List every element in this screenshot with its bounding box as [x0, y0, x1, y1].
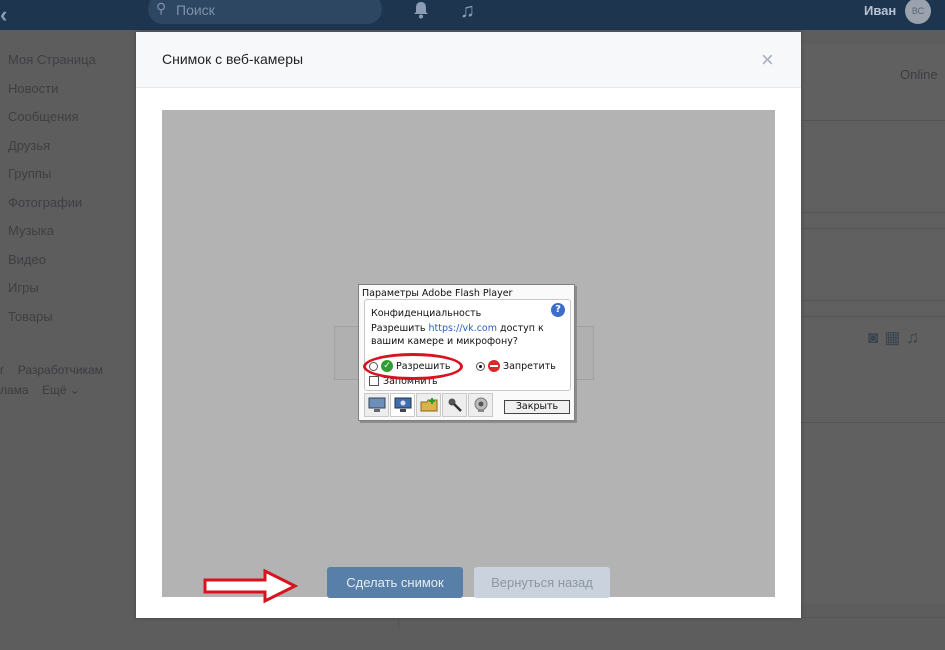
divider	[800, 422, 945, 423]
search-icon: ⚲	[156, 0, 167, 16]
privacy-question: Разрешить https://vk.com доступ к вашим …	[371, 323, 544, 347]
sidebar-item-news[interactable]: Новости	[8, 79, 96, 108]
divider	[800, 316, 945, 317]
deny-radio[interactable]	[476, 362, 485, 371]
camera-icon[interactable]: ◙	[868, 328, 884, 347]
flash-dialog-title: Параметры Adobe Flash Player	[362, 288, 513, 299]
sidebar-item-games[interactable]: Игры	[8, 278, 96, 307]
deny-label[interactable]: Запретить	[503, 361, 556, 372]
modal-title: Снимок с веб-камеры	[162, 51, 304, 67]
site-link: https://vk.com	[428, 323, 498, 334]
search-input[interactable]: Поиск	[176, 2, 215, 18]
monitor-icon	[368, 397, 386, 412]
sidebar-item-messages[interactable]: Сообщения	[8, 107, 96, 136]
music-icon[interactable]: ♫	[460, 0, 475, 23]
user-name[interactable]: Иван	[864, 3, 896, 18]
footer-link-more[interactable]: Ещё ⌄	[42, 383, 80, 397]
sidebar-item-photos[interactable]: Фотографии	[8, 193, 96, 222]
camera-tab[interactable]	[468, 393, 493, 417]
take-photo-button[interactable]: Сделать снимок	[327, 567, 463, 598]
footer-link-ads[interactable]: лама	[0, 383, 29, 397]
music-note-icon[interactable]: ♫	[906, 328, 925, 347]
back-icon[interactable]: ‹	[0, 2, 7, 28]
help-icon[interactable]: ?	[551, 303, 565, 317]
footer-link-blog[interactable]: г	[0, 363, 4, 377]
divider	[800, 212, 945, 213]
red-arrow-annotation	[203, 568, 299, 604]
privacy-heading: Конфиденциальность	[371, 308, 482, 319]
avatar[interactable]: ВС	[905, 0, 931, 24]
footer-links: г Разработчикам лама Ещё ⌄	[0, 360, 113, 400]
bell-icon[interactable]	[413, 1, 429, 19]
flash-close-button[interactable]: Закрыть	[504, 400, 570, 414]
folder-icon	[420, 398, 438, 412]
privacy-panel: Конфиденциальность ? Разрешить https://v…	[363, 299, 571, 391]
sidebar-nav: Моя Страница Новости Сообщения Друзья Гр…	[8, 50, 96, 335]
footer-link-developers[interactable]: Разработчикам	[18, 363, 103, 377]
privacy-monitor-icon	[394, 397, 412, 412]
media-icons: ◙▦♫	[868, 328, 925, 348]
sidebar-item-groups[interactable]: Группы	[8, 164, 96, 193]
flash-settings-dialog: Параметры Adobe Flash Player Конфиденциа…	[358, 284, 575, 421]
remember-checkbox[interactable]	[369, 376, 379, 386]
video-icon[interactable]: ▦	[884, 328, 906, 347]
background-card	[398, 617, 945, 629]
avatar-label: ВС	[911, 6, 925, 16]
sidebar-item-music[interactable]: Музыка	[8, 221, 96, 250]
display-tab[interactable]	[364, 393, 389, 417]
go-back-button[interactable]: Вернуться назад	[474, 567, 610, 598]
search-box[interactable]: ⚲ Поиск	[148, 0, 382, 24]
modal-header: Снимок с веб-камеры ×	[136, 32, 801, 88]
microphone-tab[interactable]	[442, 393, 467, 417]
storage-tab[interactable]	[416, 393, 441, 417]
sidebar-item-video[interactable]: Видео	[8, 250, 96, 279]
divider	[800, 300, 945, 301]
online-status: Online	[900, 67, 938, 82]
sidebar-item-goods[interactable]: Товары	[8, 307, 96, 336]
sidebar-item-my-page[interactable]: Моя Страница	[8, 50, 96, 79]
divider	[800, 120, 945, 121]
divider	[800, 228, 945, 229]
right-column	[800, 44, 945, 604]
deny-icon	[488, 360, 500, 372]
close-icon[interactable]: ×	[761, 47, 774, 73]
microphone-icon	[448, 398, 462, 412]
red-oval-annotation	[363, 353, 463, 380]
webcam-icon	[474, 397, 488, 412]
privacy-tab[interactable]	[390, 393, 415, 417]
sidebar-item-friends[interactable]: Друзья	[8, 136, 96, 165]
top-bar: ‹ ⚲ Поиск ♫ Иван ВС	[0, 0, 945, 30]
